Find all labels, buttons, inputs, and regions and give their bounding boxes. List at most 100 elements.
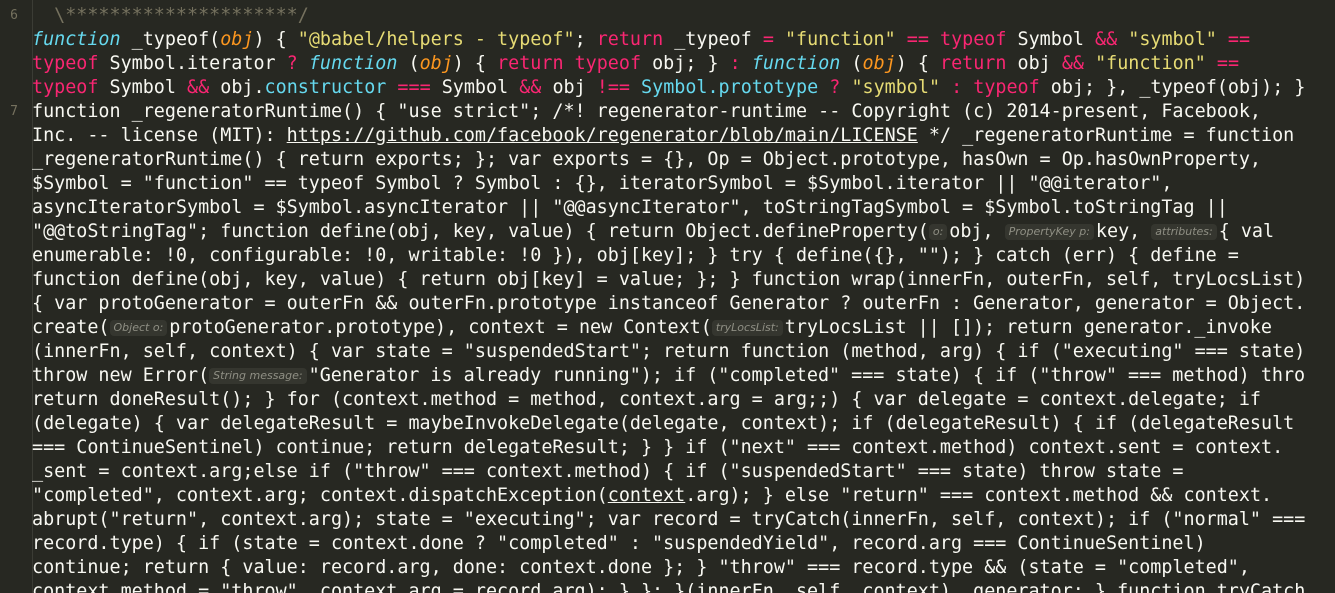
code-token: : (951, 77, 963, 98)
parameter-hint: attributes: (1151, 224, 1217, 240)
code-token: "completed", context.arg; context.dispat… (32, 485, 608, 506)
code-token: ) { (253, 29, 298, 50)
code-token: .arg); } else "return" === context.metho… (685, 485, 1273, 506)
code-line[interactable]: === ContinueSentinel) continue; return d… (32, 436, 1335, 460)
code-token: Symbol (1006, 29, 1096, 50)
code-token: _typeof (663, 29, 763, 50)
code-line[interactable]: Inc. -- license (MIT): https://github.co… (32, 124, 1335, 148)
code-token: _sent = context.arg;else if ("throw" ===… (32, 461, 1184, 482)
code-token: obj (862, 53, 896, 74)
code-line[interactable]: record.type) { if (state = context.done … (32, 532, 1335, 556)
code-line[interactable]: _sent = context.arg;else if ("throw" ===… (32, 460, 1335, 484)
code-line[interactable]: create(Object o: protoGenerator.prototype… (32, 316, 1335, 340)
parameter-hint: PropertyKey p: (1004, 224, 1094, 240)
code-token: ; (574, 29, 597, 50)
code-line[interactable]: abrupt("return", context.arg); state = "… (32, 508, 1335, 532)
code-content[interactable]: \*********************/function _typeof(… (32, 4, 1335, 593)
code-token: typeof (973, 77, 1040, 98)
code-token: typeof (32, 53, 99, 74)
code-line[interactable]: function _typeof(obj) { "@babel/helpers … (32, 28, 1335, 52)
code-token: "function" (1095, 53, 1206, 74)
code-token: continue; return { value: record.arg, do… (32, 557, 1250, 578)
code-line[interactable]: throw new Error(String message: "Generato… (32, 364, 1335, 388)
code-line[interactable]: continue; return { value: record.arg, do… (32, 556, 1335, 580)
code-line[interactable]: enumerable: !0, configurable: !0, writab… (32, 244, 1335, 268)
parameter-hint: String message: (209, 368, 307, 384)
code-token: { var protoGenerator = outerFn && outerF… (32, 293, 1306, 314)
code-token: "@babel/helpers - typeof" (297, 29, 575, 50)
code-token: abrupt("return", context.arg); state = "… (32, 509, 1306, 530)
code-token: asyncIteratorSymbol = $Symbol.asyncItera… (32, 197, 1228, 218)
code-line[interactable]: (delegate) { var delegateResult = maybeI… (32, 412, 1335, 436)
code-token: = (762, 29, 774, 50)
code-token: ( (397, 53, 420, 74)
code-token: throw new Error( (32, 365, 210, 386)
parameter-hint: Object o: (109, 320, 168, 336)
code-line[interactable]: function _regeneratorRuntime() { "use st… (32, 100, 1335, 124)
code-link[interactable]: https://github.com/facebook/regenerator/… (287, 125, 918, 146)
code-line[interactable]: _regeneratorRuntime() { return exports; … (32, 148, 1335, 172)
line-number: 6 (10, 8, 18, 23)
code-token: ? (286, 53, 298, 74)
code-token: obj. (209, 77, 265, 98)
code-token: && (519, 77, 542, 98)
code-editor[interactable]: 6 7 \*********************/function _typ… (0, 0, 1335, 593)
code-link[interactable]: context (608, 485, 686, 506)
code-token: Symbol (430, 77, 520, 98)
code-token: Symbol.iterator (98, 53, 287, 74)
code-line[interactable]: typeof Symbol.iterator ? function (obj) … (32, 52, 1335, 76)
code-token: == (906, 29, 929, 50)
code-token: obj, (949, 221, 1005, 242)
code-line[interactable]: typeof Symbol && obj.constructor === Sym… (32, 76, 1335, 100)
code-line[interactable]: return doneResult(); } for (context.meth… (32, 388, 1335, 412)
code-token: ) { (895, 53, 941, 74)
code-token: constructor (264, 77, 387, 98)
code-token: Inc. -- license (MIT): (32, 125, 287, 146)
parameter-hint: tryLocsList: (711, 320, 783, 336)
code-token: "symbol" (851, 77, 941, 98)
code-token: obj; } (641, 53, 730, 74)
code-token: && (1095, 29, 1118, 50)
code-line[interactable]: asyncIteratorSymbol = $Symbol.asyncItera… (32, 196, 1335, 220)
code-line[interactable]: $Symbol = "function" == typeof Symbol ? … (32, 172, 1335, 196)
code-token: Symbol (98, 77, 188, 98)
code-line[interactable]: { var protoGenerator = outerFn && outerF… (32, 292, 1335, 316)
code-line[interactable]: (innerFn, self, context) { var state = "… (32, 340, 1335, 364)
code-line[interactable]: context.method = "throw", context.arg = … (32, 580, 1335, 593)
code-token: : (729, 53, 741, 74)
code-token: "symbol" (1128, 29, 1217, 50)
code-token: === ContinueSentinel) continue; return d… (32, 437, 1284, 458)
code-token: function (308, 53, 398, 74)
code-token: function define(obj, key, value) { retur… (32, 269, 1306, 290)
code-line[interactable]: function define(obj, key, value) { retur… (32, 268, 1335, 292)
code-line[interactable]: \*********************/ (32, 4, 1335, 28)
code-token: obj; }, _typeof(obj); } (1039, 77, 1306, 98)
code-token: typeof (574, 53, 642, 74)
code-token: "Generator is already running"); if ("co… (308, 365, 1306, 386)
code-token: obj (541, 77, 597, 98)
code-token: (innerFn, self, context) { var state = "… (32, 341, 1306, 362)
code-token: && (1061, 53, 1084, 74)
code-token: ( (840, 53, 863, 74)
code-token: !== (596, 77, 630, 98)
code-line[interactable]: "completed", context.arg; context.dispat… (32, 484, 1335, 508)
code-token: return (497, 53, 564, 74)
code-token: obj (220, 29, 254, 50)
line-number-gutter: 6 7 (0, 0, 28, 593)
code-token: function (32, 29, 121, 50)
code-token: === (397, 77, 431, 98)
code-line[interactable]: "@@toStringTag"; function define(obj, ke… (32, 220, 1335, 244)
code-token: "@@toStringTag"; function define(obj, ke… (32, 221, 929, 242)
